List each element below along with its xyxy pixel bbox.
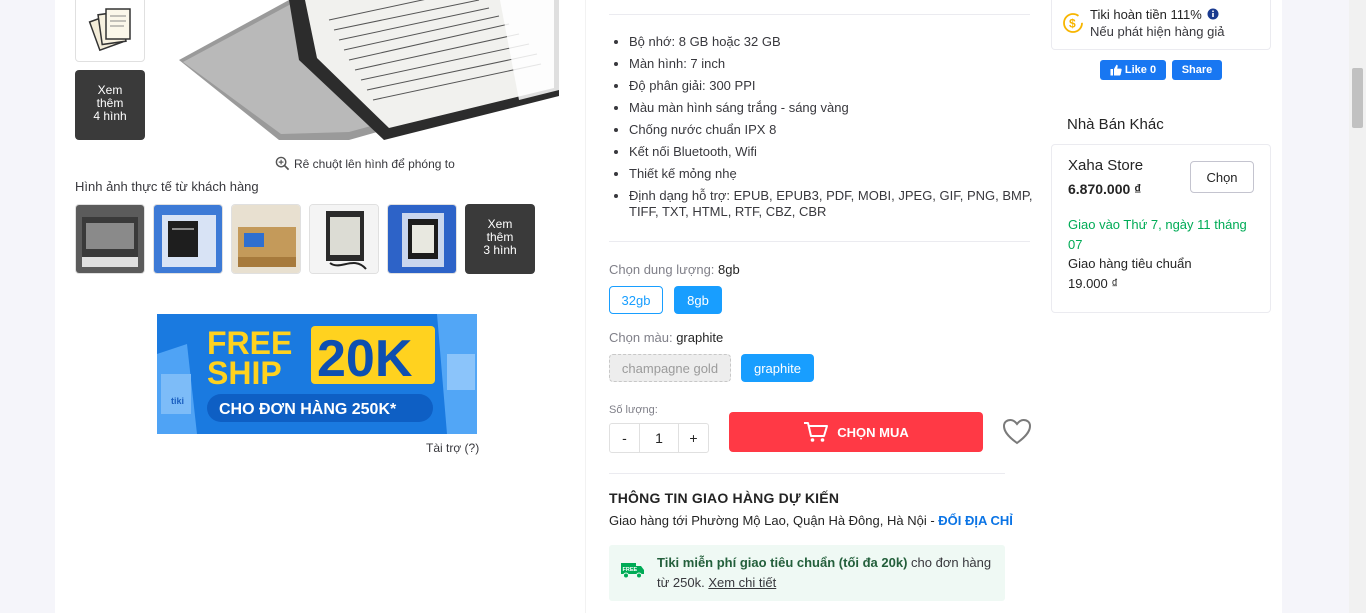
spec-item: Kết nối Bluetooth, Wifi xyxy=(629,144,1039,160)
shipping-address: Giao hàng tới Phường Mộ Lao, Quận Hà Đôn… xyxy=(609,513,1013,528)
freeship-banner[interactable]: FREE SHIP 20K CHO ĐƠN HÀNG 250K* tiki xyxy=(157,314,477,434)
free-icon-text: FREE xyxy=(623,567,638,573)
customer-photo[interactable] xyxy=(309,204,379,274)
more-images-button[interactable]: Xem thêm 4 hình xyxy=(75,70,145,140)
other-seller-card: Xaha Store 6.870.000 ₫ Chọn Giao vào Thứ… xyxy=(1051,144,1271,313)
refund-text: Tiki hoàn tiền 111% xyxy=(1090,7,1202,22)
spec-item: Màn hình: 7 inch xyxy=(629,56,1039,72)
color-option-graphite[interactable]: graphite xyxy=(741,354,814,382)
capacity-selected: 8gb xyxy=(718,262,740,277)
customer-photo[interactable] xyxy=(231,204,301,274)
customer-photo-image xyxy=(154,205,222,273)
quantity-label: Số lượng: xyxy=(609,404,658,416)
spec-item: Màu màn hình sáng trắng - sáng vàng xyxy=(629,100,1039,116)
see-details-link[interactable]: Xem chi tiết xyxy=(708,575,776,590)
customer-photo[interactable] xyxy=(387,204,457,274)
customer-photo-image xyxy=(76,205,144,273)
more-photos-label: 3 hình xyxy=(483,243,517,257)
spec-item: Thiết kế mỏng nhẹ xyxy=(629,166,1039,182)
coin-refund-icon: $ xyxy=(1063,13,1083,33)
free-delivery-truck-icon: FREE xyxy=(621,563,644,579)
zoom-hint-text: Rê chuột lên hình để phóng to xyxy=(294,156,455,171)
more-customer-photos-button[interactable]: Xem thêm 3 hình xyxy=(465,204,535,274)
quantity-minus-button[interactable]: - xyxy=(610,424,640,452)
facebook-like-label: Like 0 xyxy=(1124,64,1157,76)
wishlist-heart-icon[interactable] xyxy=(1002,418,1032,445)
change-address-link[interactable]: ĐỔI ĐỊA CHỈ xyxy=(938,513,1013,528)
scrollbar-thumb[interactable] xyxy=(1352,68,1363,128)
divider xyxy=(609,14,1030,15)
color-label: Chọn màu: graphite xyxy=(609,330,723,345)
banner-amount-text: 20K xyxy=(317,330,413,388)
color-option-champagne-gold[interactable]: champagne gold xyxy=(609,354,731,382)
buy-button[interactable]: CHỌN MUA xyxy=(729,412,983,452)
other-sellers-title: Nhà Bán Khác xyxy=(1067,116,1164,133)
more-images-label: 4 hình xyxy=(93,109,127,123)
spec-list: Bộ nhớ: 8 GB hoặc 32 GB Màn hình: 7 inch… xyxy=(629,34,1039,226)
free-shipping-notice: FREE Tiki miễn phí giao tiêu chuẩn (tối … xyxy=(609,545,1005,601)
svg-text:$: $ xyxy=(1069,17,1076,31)
refund-guarantee: $ Tiki hoàn tiền 111% Nếu phát hiện hàng… xyxy=(1051,0,1271,50)
main-product-image[interactable] xyxy=(169,0,559,148)
spec-item: Độ phân giải: 300 PPI xyxy=(629,78,1039,94)
quantity-stepper: - 1 + xyxy=(609,423,709,453)
customer-photo-image xyxy=(388,205,456,273)
spec-item: Bộ nhớ: 8 GB hoặc 32 GB xyxy=(629,34,1039,50)
sponsor-link[interactable]: Tài trợ (?) xyxy=(426,441,479,455)
book-pages-icon xyxy=(88,8,131,52)
free-shipping-bold: Tiki miễn phí giao tiêu chuẩn (tối đa 20… xyxy=(657,555,908,570)
quantity-plus-button[interactable]: + xyxy=(678,424,708,452)
customer-photos-title: Hình ảnh thực tế từ khách hàng xyxy=(75,179,259,194)
cart-icon xyxy=(804,422,829,442)
facebook-like-button[interactable]: Like 0 xyxy=(1100,60,1166,80)
capacity-label-text: Chọn dung lượng: xyxy=(609,262,719,277)
buy-button-label: CHỌN MUA xyxy=(837,424,909,440)
seller-name[interactable]: Xaha Store xyxy=(1068,157,1143,174)
capacity-option-32gb[interactable]: 32gb xyxy=(609,286,663,314)
free-shipping-text: Tiki miễn phí giao tiêu chuẩn (tối đa 20… xyxy=(657,553,997,593)
spec-item: Định dạng hỗ trợ: EPUB, EPUB3, PDF, MOBI… xyxy=(629,188,1039,220)
customer-photo-image xyxy=(310,205,378,273)
ereader-image xyxy=(179,0,559,140)
page-scrollbar[interactable] xyxy=(1349,0,1366,613)
seller-price: 6.870.000 ₫ xyxy=(1068,181,1142,197)
divider xyxy=(609,473,1005,474)
refund-line2: Nếu phát hiện hàng giả xyxy=(1090,24,1225,39)
freeship-banner-art: FREE SHIP 20K CHO ĐƠN HÀNG 250K* tiki xyxy=(157,314,477,434)
banner-ship-text: SHIP xyxy=(207,355,282,391)
customer-photo[interactable] xyxy=(75,204,145,274)
thumbs-up-icon xyxy=(1110,64,1122,76)
banner-sub-text: CHO ĐƠN HÀNG 250K* xyxy=(219,399,397,418)
shipping-address-text: Giao hàng tới Phường Mộ Lao, Quận Hà Đôn… xyxy=(609,513,939,528)
color-selected: graphite xyxy=(676,330,724,345)
info-icon[interactable] xyxy=(1207,8,1219,20)
seller-delivery-date: Giao vào Thứ 7, ngày 11 tháng 07 xyxy=(1068,217,1247,252)
seller-shipping-fee: 19.000 ₫ xyxy=(1068,276,1119,291)
capacity-label: Chọn dung lượng: 8gb xyxy=(609,262,740,277)
banner-brand-text: tiki xyxy=(171,396,184,406)
zoom-in-icon xyxy=(275,156,290,171)
quantity-input[interactable]: 1 xyxy=(640,424,678,452)
seller-shipping-type: Giao hàng tiêu chuẩn xyxy=(1068,256,1192,271)
shipping-title: THÔNG TIN GIAO HÀNG DỰ KIẾN xyxy=(609,490,840,506)
spec-item: Chống nước chuẩn IPX 8 xyxy=(629,122,1039,138)
choose-seller-button[interactable]: Chọn xyxy=(1190,161,1254,193)
zoom-hint: Rê chuột lên hình để phóng to xyxy=(275,156,455,171)
capacity-option-8gb[interactable]: 8gb xyxy=(674,286,722,314)
thumbnail-image[interactable] xyxy=(75,0,145,62)
facebook-share-button[interactable]: Share xyxy=(1172,60,1222,80)
customer-photo-image xyxy=(232,205,300,273)
color-label-text: Chọn màu: xyxy=(609,330,677,345)
divider xyxy=(609,241,1030,242)
refund-line1: Tiki hoàn tiền 111% xyxy=(1090,7,1219,22)
customer-photo[interactable] xyxy=(153,204,223,274)
